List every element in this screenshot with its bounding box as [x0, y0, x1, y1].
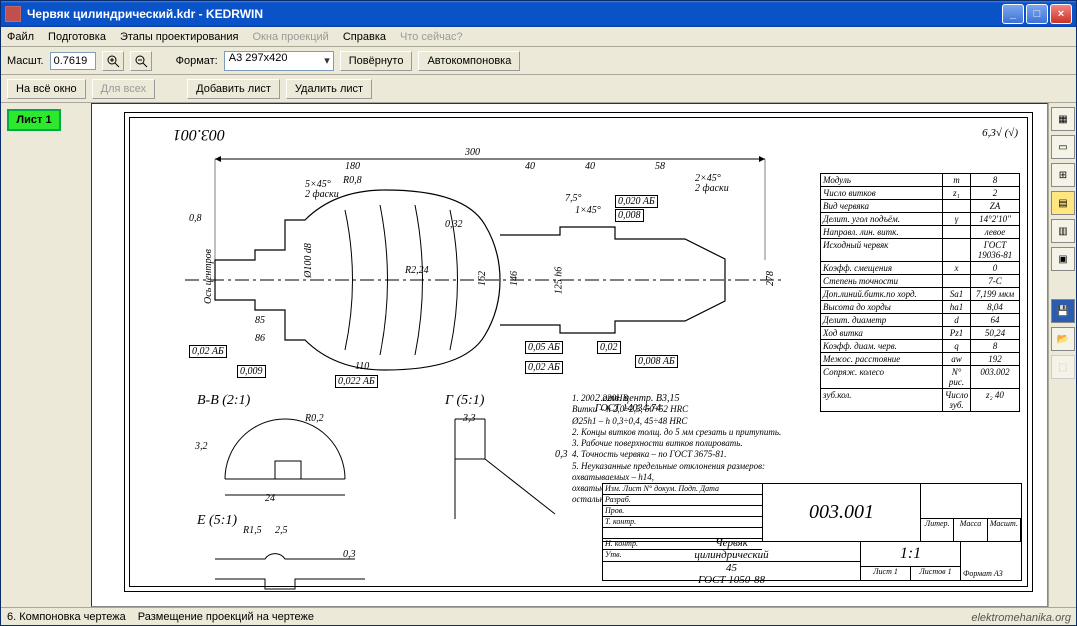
autolayout-button[interactable]: Автокомпоновка: [418, 51, 520, 71]
tool-6[interactable]: ▣: [1051, 247, 1075, 271]
section-g-view: [435, 409, 585, 529]
status-step: 6. Компоновка чертежа: [7, 611, 126, 623]
tol-002ab-2: 0,02 AБ: [525, 361, 563, 374]
menu-stages[interactable]: Этапы проектирования: [120, 31, 239, 43]
tol-0022ab: 0,022 AБ: [335, 375, 378, 388]
zoom-in-button[interactable]: [102, 51, 124, 71]
d162: 162: [477, 271, 488, 286]
tool-disabled: ⬚: [1051, 355, 1075, 379]
menu-whatnow: Что сейчас?: [400, 31, 463, 43]
d100d8: Ø100 d8: [303, 243, 314, 278]
add-sheet-button[interactable]: Добавить лист: [187, 79, 280, 99]
e-r15: R1,5: [243, 525, 262, 536]
title-block: Изм. Лист N° докум. Подп. ДатаРазраб.Про…: [602, 483, 1022, 581]
ang75: 7,5°: [565, 193, 582, 204]
menu-projections: Окна проекций: [253, 31, 329, 43]
tool-1[interactable]: ▦: [1051, 107, 1075, 131]
parameters-table: Модульm8Число витковz₁2Вид червякаZAДели…: [820, 173, 1020, 412]
toolbar-1: Масшт. Формат: А3 297x420 Повёрнуто Авто…: [1, 47, 1076, 75]
app-icon: [5, 6, 21, 22]
tool-save-icon[interactable]: 💾: [1051, 299, 1075, 323]
w86: 86: [255, 333, 265, 344]
delete-sheet-button[interactable]: Удалить лист: [286, 79, 372, 99]
fit-window-button[interactable]: На всё окно: [7, 79, 86, 99]
chamfer-note-2: 2 фаски: [305, 189, 339, 200]
axis-note: Ось центров: [203, 249, 214, 304]
statusbar: 6. Компоновка чертежа Размещение проекци…: [1, 607, 1076, 625]
g-03: 0,3: [555, 449, 568, 460]
e-03: 0,3: [343, 549, 356, 560]
status-action: Размещение проекций на чертеже: [138, 611, 314, 623]
minimize-button[interactable]: _: [1002, 4, 1024, 24]
format-label: Формат:: [176, 55, 218, 67]
tool-3[interactable]: ⊞: [1051, 163, 1075, 187]
d146: 146: [509, 271, 520, 286]
watermark: elektromehanika.org: [971, 612, 1071, 624]
menu-help[interactable]: Справка: [343, 31, 386, 43]
tol-005ab: 0,05 AБ: [525, 341, 563, 354]
format-select[interactable]: А3 297x420: [224, 51, 334, 71]
for-all-button: Для всех: [92, 79, 155, 99]
section-bb-label: В-В (2:1): [197, 393, 250, 409]
toolbar-2: На всё окно Для всех Добавить лист Удали…: [1, 75, 1076, 103]
section-e-label: Е (5:1): [197, 513, 237, 529]
t032: 0,32: [445, 219, 463, 230]
e-25: 2,5: [275, 525, 288, 536]
sheet-tab-1[interactable]: Лист 1: [7, 109, 61, 131]
right-toolbar: ▦ ▭ ⊞ ▤ ▥ ▣ 💾 📂 ⬚: [1048, 103, 1076, 607]
r08: R0,8: [343, 175, 362, 186]
menu-file[interactable]: Файл: [7, 31, 34, 43]
tool-5[interactable]: ▥: [1051, 219, 1075, 243]
dim-40b: 40: [585, 161, 595, 172]
dim-58: 58: [655, 161, 665, 172]
tool-4[interactable]: ▤: [1051, 191, 1075, 215]
tb-number: 003.001: [809, 501, 874, 524]
d125h6: 125 h6: [553, 267, 564, 295]
window-title: Червяк цилиндрический.kdr - KEDRWIN: [27, 7, 1002, 21]
drawing-number-rotated: 003.001: [173, 125, 225, 143]
chamfer-note-2b: 2 фаски: [695, 183, 729, 194]
d278: 278: [765, 271, 776, 286]
bb-32: 3,2: [195, 441, 208, 452]
drawing-canvas[interactable]: 003.001 6,3√ (√): [91, 103, 1048, 607]
tb-name1: Червяк: [715, 537, 748, 549]
tool-open-icon[interactable]: 📂: [1051, 327, 1075, 351]
r224: R2,24: [405, 265, 429, 276]
close-button[interactable]: ×: [1050, 4, 1072, 24]
w110: 110: [355, 361, 369, 372]
dim-180: 180: [345, 161, 360, 172]
d08-ch: 0,8: [189, 213, 202, 224]
tol-0009: 0,009: [237, 365, 266, 378]
main-view: 300 180 40 40 58 5×45° 2 фаски 2×45° 2 ф…: [195, 165, 755, 365]
tol-0008: 0,008: [615, 209, 644, 222]
bb-r02: R0,2: [305, 413, 324, 424]
dim-40a: 40: [525, 161, 535, 172]
bb-24: 24: [265, 493, 275, 504]
zoom-in-icon: [106, 54, 120, 68]
g-33: 3,3: [463, 413, 476, 424]
zoom-out-icon: [134, 54, 148, 68]
drawing-frame: 003.001 6,3√ (√): [124, 112, 1033, 592]
scale-input[interactable]: [50, 52, 96, 70]
scale-label: Масшт.: [7, 55, 44, 67]
w85: 85: [255, 315, 265, 326]
tool-2[interactable]: ▭: [1051, 135, 1075, 159]
section-bb-view: [195, 409, 385, 509]
zoom-out-button[interactable]: [130, 51, 152, 71]
tol-0008ab: 0,008 AБ: [635, 355, 678, 368]
ch1x45: 1×45°: [575, 205, 601, 216]
menubar: Файл Подготовка Этапы проектирования Окн…: [1, 27, 1076, 47]
tb-name2: цилиндрический: [694, 549, 768, 561]
tol-0020ab: 0,020 AБ: [615, 195, 658, 208]
surface-roughness-mark: 6,3√ (√): [982, 127, 1018, 139]
rotated-button[interactable]: Повёрнуто: [340, 51, 413, 71]
menu-prep[interactable]: Подготовка: [48, 31, 106, 43]
titlebar: Червяк цилиндрический.kdr - KEDRWIN _ □ …: [1, 1, 1076, 27]
maximize-button[interactable]: □: [1026, 4, 1048, 24]
tol-002ab-1: 0,02 AБ: [189, 345, 227, 358]
section-e-view: [205, 529, 375, 599]
tol-002: 0,02: [597, 341, 621, 354]
dim-300: 300: [465, 147, 480, 158]
section-g-label: Г (5:1): [445, 393, 484, 409]
